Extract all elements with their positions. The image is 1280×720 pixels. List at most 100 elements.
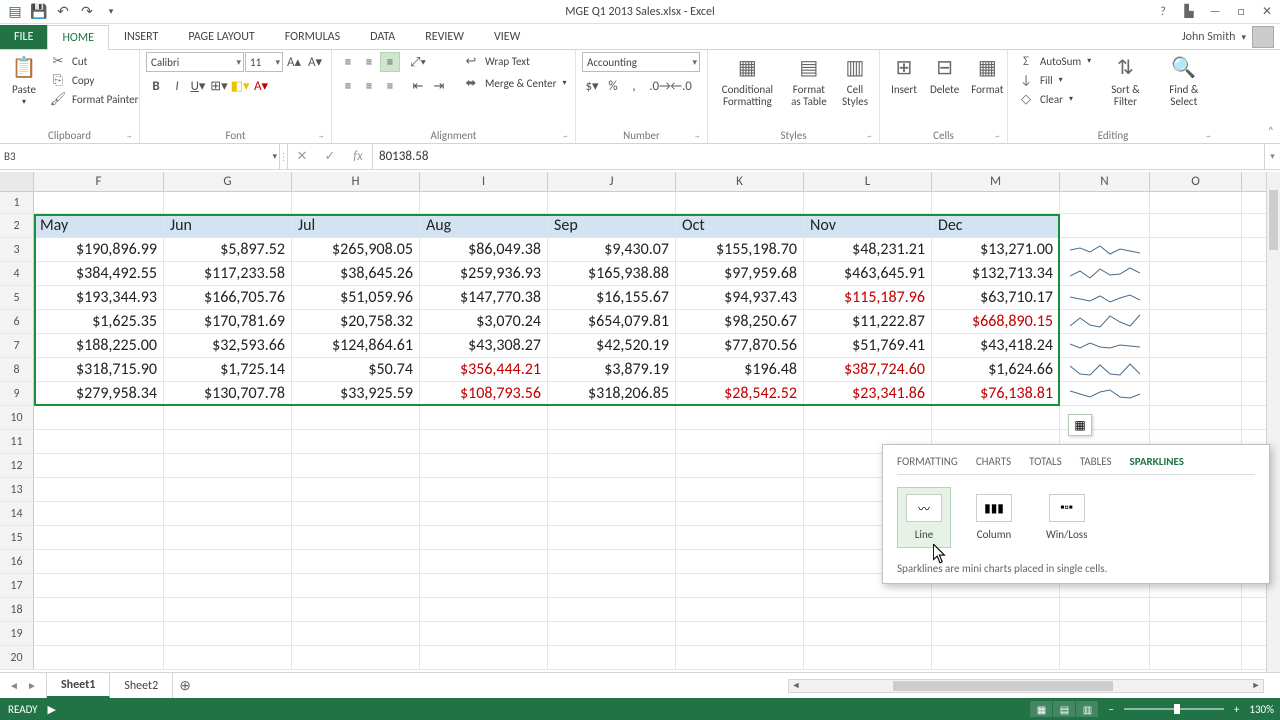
insert-function-icon[interactable]: fx bbox=[344, 144, 372, 169]
cell[interactable]: $43,308.27 bbox=[420, 334, 548, 357]
cell[interactable] bbox=[804, 622, 932, 645]
sparkline-option-column[interactable]: ▮▮▮Column bbox=[967, 487, 1021, 548]
cell[interactable]: $279,958.34 bbox=[34, 382, 164, 405]
cell[interactable] bbox=[1150, 310, 1242, 333]
cell[interactable] bbox=[292, 406, 420, 429]
cell[interactable] bbox=[420, 598, 548, 621]
cell[interactable] bbox=[420, 550, 548, 573]
cell[interactable]: Nov bbox=[804, 214, 932, 237]
autosum-button[interactable]: ΣAutoSum▾ bbox=[1014, 52, 1095, 70]
row-header[interactable]: 15 bbox=[0, 526, 34, 549]
cell[interactable] bbox=[548, 192, 676, 213]
column-header[interactable]: H bbox=[292, 172, 420, 191]
quick-analysis-tab[interactable]: FORMATTING bbox=[897, 455, 958, 468]
cell[interactable] bbox=[548, 502, 676, 525]
row-header[interactable]: 6 bbox=[0, 310, 34, 333]
cell[interactable] bbox=[1060, 238, 1150, 261]
cell[interactable] bbox=[34, 550, 164, 573]
column-header[interactable]: I bbox=[420, 172, 548, 191]
cut-button[interactable]: ✂Cut bbox=[46, 52, 142, 70]
row-header[interactable]: 11 bbox=[0, 430, 34, 453]
cell[interactable]: Sep bbox=[548, 214, 676, 237]
cell[interactable] bbox=[676, 598, 804, 621]
cell[interactable] bbox=[1060, 358, 1150, 381]
cell[interactable] bbox=[548, 454, 676, 477]
decrease-indent-icon[interactable]: ⇤ bbox=[408, 76, 428, 96]
cell[interactable] bbox=[676, 622, 804, 645]
sheet-tab-2[interactable]: Sheet2 bbox=[110, 673, 173, 698]
insert-tab[interactable]: INSERT bbox=[109, 24, 173, 49]
cell[interactable] bbox=[1150, 214, 1242, 237]
cell[interactable]: $188,225.00 bbox=[34, 334, 164, 357]
zoom-level[interactable]: 130% bbox=[1249, 703, 1274, 716]
cell[interactable] bbox=[676, 502, 804, 525]
comma-format-icon[interactable]: , bbox=[624, 76, 644, 96]
cell[interactable] bbox=[34, 454, 164, 477]
cell[interactable] bbox=[420, 406, 548, 429]
cell[interactable] bbox=[676, 192, 804, 213]
cell[interactable] bbox=[1060, 310, 1150, 333]
cell[interactable] bbox=[548, 406, 676, 429]
horizontal-scrollbar[interactable]: ◄ ► bbox=[788, 679, 1264, 693]
row-header[interactable]: 13 bbox=[0, 478, 34, 501]
cell[interactable] bbox=[1060, 622, 1150, 645]
cell[interactable] bbox=[164, 430, 292, 453]
find-select-button[interactable]: 🔍Find & Select bbox=[1156, 52, 1212, 110]
cell[interactable]: $97,959.68 bbox=[676, 262, 804, 285]
review-tab[interactable]: REVIEW bbox=[410, 24, 479, 49]
cell[interactable] bbox=[292, 454, 420, 477]
cell[interactable]: $20,758.32 bbox=[292, 310, 420, 333]
cell[interactable]: $3,879.19 bbox=[548, 358, 676, 381]
cell[interactable] bbox=[34, 598, 164, 621]
cell[interactable] bbox=[292, 574, 420, 597]
cell-styles-button[interactable]: ▥Cell Styles bbox=[837, 52, 873, 110]
row-header[interactable]: 17 bbox=[0, 574, 34, 597]
row-header[interactable]: 4 bbox=[0, 262, 34, 285]
cell[interactable] bbox=[420, 622, 548, 645]
italic-button[interactable]: I bbox=[167, 76, 187, 96]
cell[interactable]: $86,049.38 bbox=[420, 238, 548, 261]
align-left-icon[interactable]: ≡ bbox=[338, 76, 358, 96]
cell[interactable] bbox=[34, 192, 164, 213]
cell[interactable] bbox=[420, 192, 548, 213]
cell[interactable]: $190,896.99 bbox=[34, 238, 164, 261]
paste-button[interactable]: 📋 Paste ▾ bbox=[6, 52, 42, 109]
cell[interactable] bbox=[292, 526, 420, 549]
cell[interactable] bbox=[676, 550, 804, 573]
cell[interactable] bbox=[932, 622, 1060, 645]
cell[interactable] bbox=[676, 406, 804, 429]
cell[interactable] bbox=[292, 550, 420, 573]
cell[interactable]: $130,707.78 bbox=[164, 382, 292, 405]
format-painter-button[interactable]: 🖌Format Painter bbox=[46, 90, 142, 108]
row-header[interactable]: 5 bbox=[0, 286, 34, 309]
font-size-combo[interactable]: 11 bbox=[245, 52, 283, 72]
collapse-ribbon-icon[interactable]: ˄ bbox=[1268, 125, 1274, 139]
cell[interactable] bbox=[292, 598, 420, 621]
row-header[interactable]: 20 bbox=[0, 646, 34, 669]
cell[interactable]: $117,233.58 bbox=[164, 262, 292, 285]
column-header[interactable]: L bbox=[804, 172, 932, 191]
format-as-table-button[interactable]: ▤Format as Table bbox=[785, 52, 833, 110]
accounting-format-icon[interactable]: $▾ bbox=[582, 76, 602, 96]
cell[interactable] bbox=[34, 430, 164, 453]
cell[interactable] bbox=[164, 502, 292, 525]
column-header[interactable]: M bbox=[932, 172, 1060, 191]
add-sheet-button[interactable]: ⊕ bbox=[173, 677, 197, 694]
vertical-scrollbar[interactable] bbox=[1266, 172, 1280, 672]
align-center-icon[interactable]: ≡ bbox=[359, 76, 379, 96]
zoom-in-icon[interactable]: + bbox=[1234, 703, 1239, 716]
cell[interactable] bbox=[164, 550, 292, 573]
cell[interactable]: $63,710.17 bbox=[932, 286, 1060, 309]
cell[interactable] bbox=[164, 406, 292, 429]
expand-formula-bar-icon[interactable]: ▾ bbox=[1264, 144, 1280, 169]
cell[interactable] bbox=[1150, 192, 1242, 213]
font-name-combo[interactable]: Calibri bbox=[146, 52, 244, 72]
increase-indent-icon[interactable]: ⇥ bbox=[429, 76, 449, 96]
cell[interactable] bbox=[292, 430, 420, 453]
merge-center-button[interactable]: ⬌Merge & Center▾ bbox=[459, 74, 571, 92]
cell[interactable] bbox=[420, 478, 548, 501]
cell[interactable]: Oct bbox=[676, 214, 804, 237]
cancel-formula-icon[interactable]: ✕ bbox=[288, 144, 316, 169]
user-area[interactable]: John Smith ▾ bbox=[1182, 26, 1274, 48]
row-header[interactable]: 1 bbox=[0, 192, 34, 213]
